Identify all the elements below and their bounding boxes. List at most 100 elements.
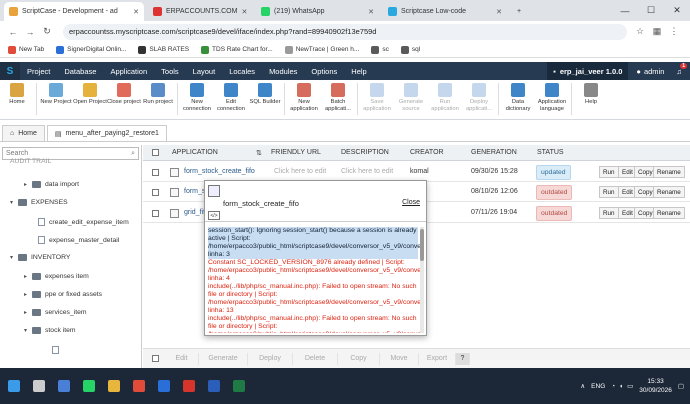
row-checkbox[interactable] <box>152 169 159 176</box>
footer-export-button[interactable]: Export <box>419 353 456 365</box>
row-run-button[interactable]: Run <box>599 207 619 219</box>
tree-item[interactable]: ▾ stock item <box>24 327 76 334</box>
footer-deploy-button[interactable]: Deploy <box>248 353 293 365</box>
toolbar-new-project[interactable]: New Project <box>39 83 73 119</box>
folder-icon[interactable] <box>103 375 125 397</box>
footer-generate-button[interactable]: Generate <box>199 353 248 365</box>
row-run-button[interactable]: Run <box>599 186 619 198</box>
tab-menu[interactable]: ▤ menu_after_paying2_restore1 <box>46 125 167 141</box>
bookmark-item[interactable]: TDS Rate Chart for... <box>201 45 273 54</box>
notifications-icon[interactable]: ▢ <box>678 382 684 390</box>
tree-item[interactable]: ▸ data import <box>24 181 79 188</box>
start-icon[interactable] <box>3 375 25 397</box>
collapse-arrow-icon[interactable]: ▾ <box>10 199 18 206</box>
row-rename-button[interactable]: Rename <box>653 207 685 219</box>
browser-tab[interactable]: (219) WhatsApp ✕ <box>256 2 379 21</box>
word-icon[interactable] <box>203 375 225 397</box>
bookmark-item[interactable]: SLAB RATES <box>138 45 189 54</box>
tree-item[interactable]: create_edit_expense_item <box>38 218 129 226</box>
row-checkbox[interactable] <box>152 210 159 217</box>
footer-select-checkbox[interactable] <box>152 355 159 362</box>
tree-item[interactable]: ▸ expenses item <box>24 273 89 280</box>
menu-item-database[interactable]: Database <box>57 67 103 76</box>
network-icon[interactable]: ◔ <box>611 383 615 390</box>
popup-close-button[interactable]: Close <box>402 199 420 206</box>
whatsapp-icon[interactable] <box>78 375 100 397</box>
collapse-arrow-icon[interactable]: ▾ <box>10 254 18 261</box>
bookmark-item[interactable]: sql <box>400 45 420 54</box>
tree-item[interactable]: expense_master_detail <box>38 236 119 244</box>
header-generation[interactable]: GENERATION <box>471 149 517 156</box>
volume-icon[interactable]: ◖ <box>619 383 623 390</box>
menu-item-locales[interactable]: Locales <box>222 67 262 76</box>
reload-icon[interactable]: ↻ <box>40 26 54 37</box>
collapse-arrow-icon[interactable]: ▾ <box>24 327 32 334</box>
toolbar-open-project[interactable]: Open Project <box>73 83 107 119</box>
menu-item-tools[interactable]: Tools <box>154 67 186 76</box>
header-status[interactable]: STATUS <box>537 149 564 156</box>
tree-item[interactable]: ▾ INVENTORY <box>10 254 70 261</box>
app-name-link[interactable]: form_stock_create_fifo <box>184 168 255 175</box>
toolbar-help[interactable]: Help <box>574 83 608 119</box>
menu-item-help[interactable]: Help <box>344 67 373 76</box>
tree-item[interactable]: ▾ EXPENSES <box>10 199 68 206</box>
clock[interactable]: 15:33 30/09/2026 <box>639 377 672 395</box>
footer-delete-button[interactable]: Delete <box>293 353 338 365</box>
menu-item-application[interactable]: Application <box>103 67 154 76</box>
header-description[interactable]: DESCRIPTION <box>341 149 389 156</box>
header-friendly-url[interactable]: FRIENDLY URL <box>271 149 321 156</box>
footer-help-button[interactable]: ? <box>456 353 470 365</box>
menu-item-options[interactable]: Options <box>304 67 344 76</box>
browser-tab[interactable]: ERPACCOUNTS.COM ✕ <box>148 2 252 21</box>
sort-icon[interactable]: ⇅ <box>256 149 262 157</box>
header-application[interactable]: APPLICATION <box>172 149 218 156</box>
star-icon[interactable]: ☆ <box>633 26 647 37</box>
excel-icon[interactable] <box>228 375 250 397</box>
toolbar-new-connection[interactable]: New connection <box>180 83 214 119</box>
table-row[interactable]: form_stock_create_fifo Click here to edit… <box>143 162 690 182</box>
url-field[interactable]: erpaccountss.myscriptcase.com/scriptcase… <box>63 23 627 40</box>
search-icon[interactable] <box>28 375 50 397</box>
extensions-icon[interactable]: ▦ <box>650 26 664 37</box>
app-name-link[interactable]: grid_fif <box>184 209 205 216</box>
close-window-icon[interactable]: ✕ <box>664 0 690 21</box>
footer-copy-button[interactable]: Copy <box>338 353 380 365</box>
row-run-button[interactable]: Run <box>599 166 619 178</box>
footer-move-button[interactable]: Move <box>380 353 419 365</box>
language-indicator[interactable]: ENG <box>591 383 605 390</box>
expand-arrow-icon[interactable]: ▸ <box>24 291 32 298</box>
battery-icon[interactable]: ▭ <box>627 382 633 390</box>
header-creator[interactable]: CREATOR <box>410 149 444 156</box>
bookmark-item[interactable]: NewTrace | Green h... <box>284 45 359 54</box>
select-all-checkbox[interactable] <box>152 149 159 156</box>
tree-item[interactable]: ▸ services_item <box>24 309 87 316</box>
expand-arrow-icon[interactable]: ▸ <box>24 181 32 188</box>
menu-item-modules[interactable]: Modules <box>262 67 304 76</box>
footer-edit-button[interactable]: Edit <box>165 353 199 365</box>
tab-home[interactable]: ⌂ Home <box>2 125 45 141</box>
new-tab-button[interactable]: + <box>512 2 526 21</box>
browser-tab[interactable]: ScriptCase - Development - ad ✕ <box>4 2 144 21</box>
expand-arrow-icon[interactable]: ▸ <box>24 273 32 280</box>
tab-close-icon[interactable]: ✕ <box>364 8 374 16</box>
bookmark-item[interactable]: sc <box>371 45 389 54</box>
row-rename-button[interactable]: Rename <box>653 186 685 198</box>
chrome-icon[interactable] <box>128 375 150 397</box>
toolbar-new-application[interactable]: New application <box>287 83 321 119</box>
row-checkbox[interactable] <box>152 189 159 196</box>
maximize-icon[interactable]: ☐ <box>638 0 664 21</box>
file-explorer-icon[interactable] <box>53 375 75 397</box>
project-name[interactable]: ▪ erp_jai_veer 1.0.0 <box>547 62 629 80</box>
acrobat-icon[interactable] <box>178 375 200 397</box>
friendly-url-field[interactable]: Click here to edit <box>274 168 326 175</box>
tree-item[interactable] <box>52 346 63 354</box>
menu-item-project[interactable]: Project <box>20 67 57 76</box>
minimize-icon[interactable]: — <box>612 0 638 21</box>
bookmark-item[interactable]: New Tab <box>8 45 44 54</box>
toolbar-data-dictionary[interactable]: Data dictionary <box>501 83 535 119</box>
tab-close-icon[interactable]: ✕ <box>129 8 139 16</box>
browser-menu-icon[interactable]: ⋮ <box>667 26 681 37</box>
toolbar-sql-builder[interactable]: SQL Builder <box>248 83 282 119</box>
description-field[interactable]: Click here to edit <box>341 168 393 175</box>
toolbar-close-project[interactable]: Close project <box>107 83 141 119</box>
